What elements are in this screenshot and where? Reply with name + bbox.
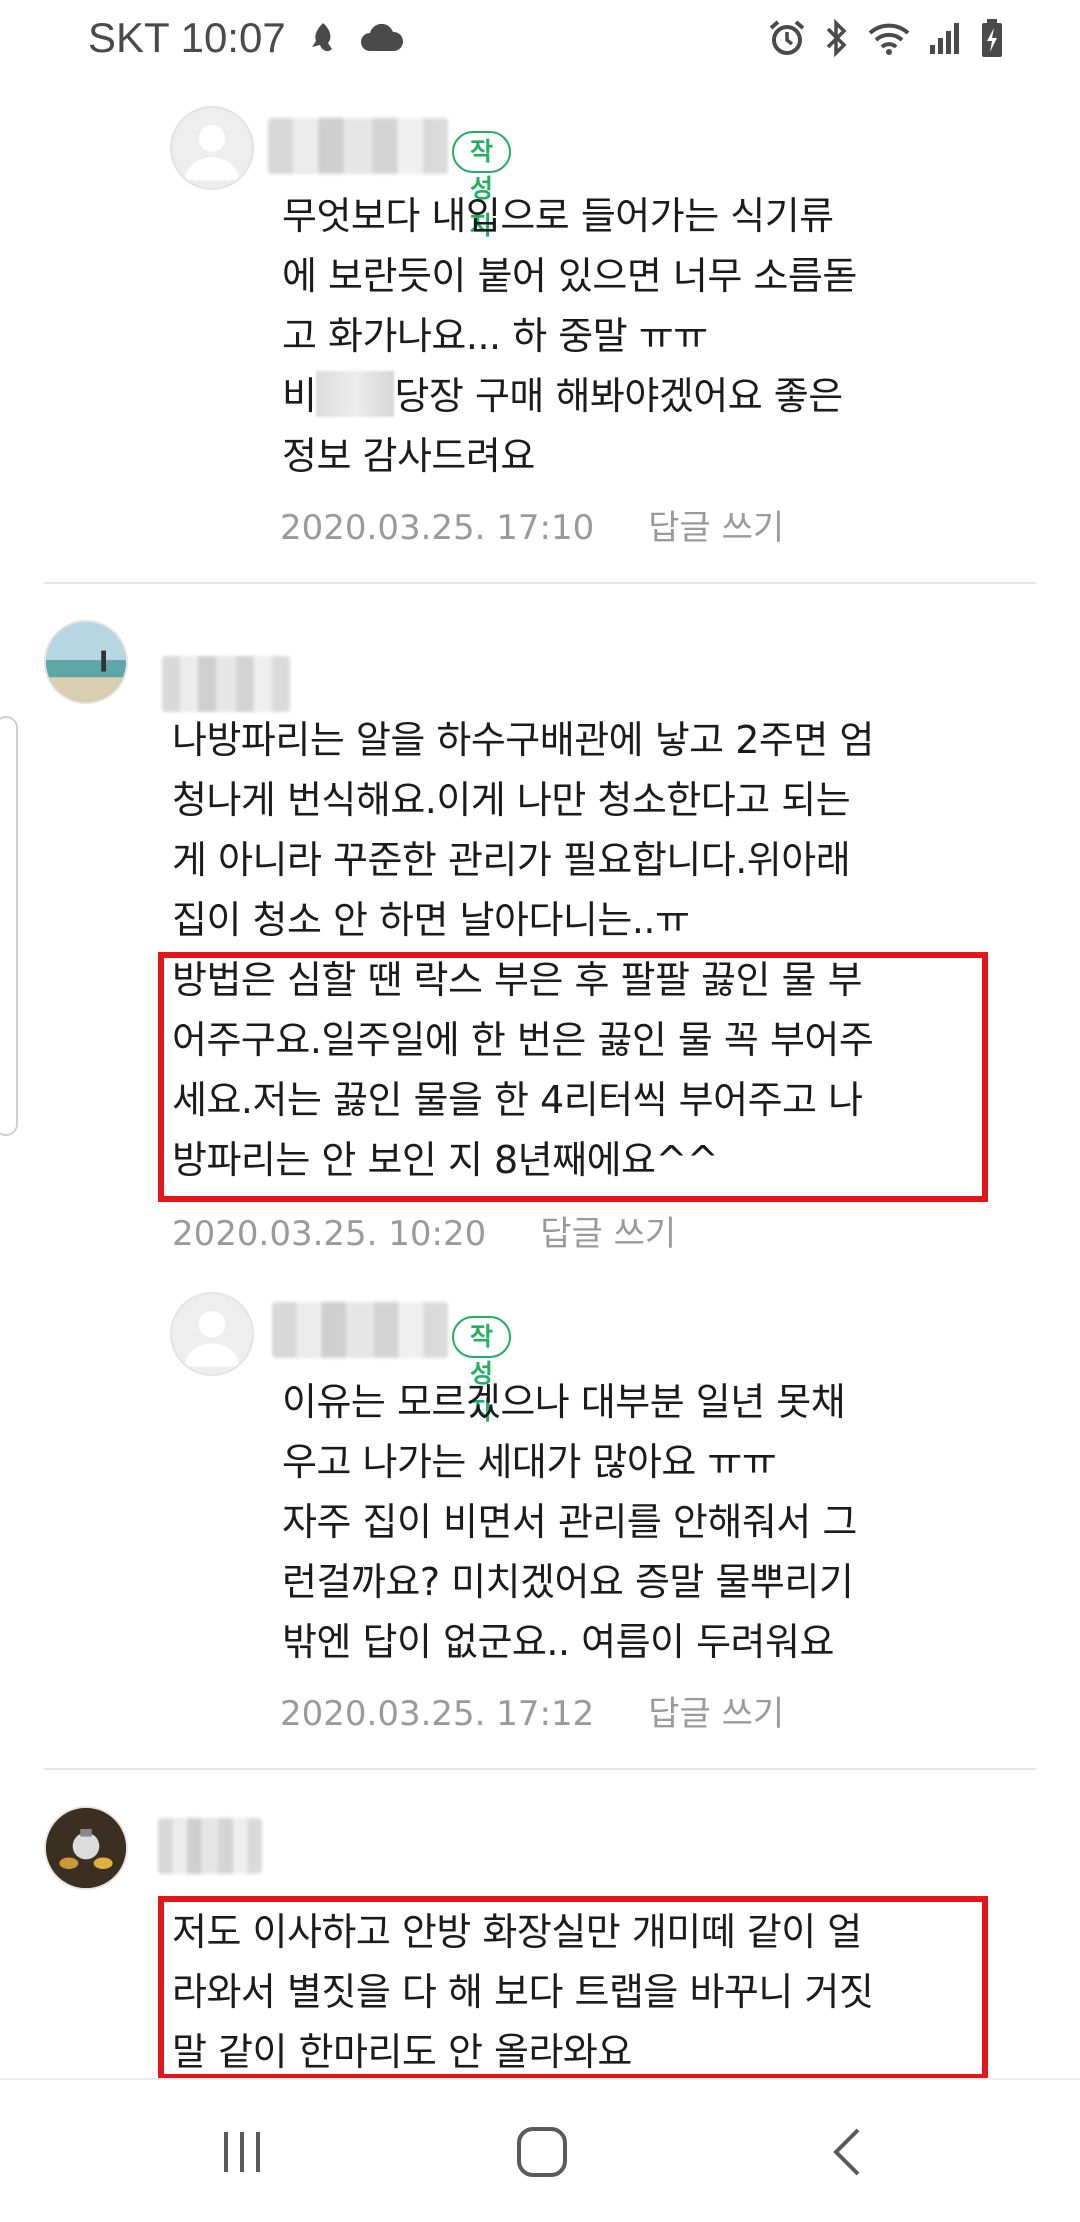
blurred-product-name	[316, 371, 395, 417]
comment-text-part2: 비	[282, 374, 317, 418]
comment-text-part1: 무엇보다 내입으로 들어가는 식기류 에 보란듯이 붙어 있으면 너무 소름돋 …	[282, 194, 857, 358]
notification-icon	[308, 21, 338, 55]
comment-text: 무엇보다 내입으로 들어가는 식기류 에 보란듯이 붙어 있으면 너무 소름돋 …	[282, 186, 1002, 486]
reply-button[interactable]: 답글 쓰기	[648, 1694, 784, 1734]
comment-text: 이유는 모르겠으나 대부분 일년 못채 우고 나가는 세대가 많아요 ㅠㅠ 자주…	[282, 1380, 857, 1664]
comment-meta: 2020.03.25. 10:20 답글 쓰기	[172, 1206, 676, 1255]
edge-panel-handle[interactable]	[0, 716, 18, 1136]
divider	[44, 582, 1036, 584]
author-badge: 작성자	[452, 131, 512, 240]
default-avatar-icon	[185, 1311, 239, 1367]
author-name-blurred	[162, 656, 290, 712]
reply-button[interactable]: 답글 쓰기	[540, 1214, 676, 1254]
cloud-icon	[360, 23, 404, 53]
comment-meta: 2020.03.25. 17:10 답글 쓰기	[280, 500, 784, 549]
battery-icon	[980, 18, 1004, 58]
navigation-bar	[0, 2078, 1080, 2222]
bluetooth-icon	[824, 19, 850, 57]
signal-icon	[928, 21, 962, 55]
author-name-blurred	[268, 118, 448, 174]
default-avatar-icon	[185, 125, 239, 181]
author-name-blurred	[158, 1818, 262, 1874]
comment-date: 2020.03.25. 17:12	[280, 1694, 595, 1734]
comment-text-highlighted: 방법은 심할 땐 락스 부은 후 팔팔 끓인 물 부 어주구요.일주일에 한 번…	[172, 958, 874, 1182]
comment-meta: 2020.03.25. 17:12 답글 쓰기	[280, 1686, 784, 1735]
avatar[interactable]	[44, 1806, 128, 1890]
avatar[interactable]	[170, 106, 254, 190]
back-icon[interactable]	[818, 2122, 878, 2182]
recent-apps-icon[interactable]	[212, 2122, 272, 2182]
avatar-photo-beach	[46, 622, 126, 702]
alarm-icon	[768, 19, 806, 57]
status-left: SKT 10:07	[88, 14, 404, 62]
author-badge: 작성자	[452, 1316, 512, 1425]
carrier-time: SKT 10:07	[88, 14, 286, 61]
comment-text: 나방파리는 알을 하수구배관에 낳고 2주면 엄 청나게 번식해요.이게 나만 …	[172, 718, 874, 942]
author-name-blurred	[272, 1302, 448, 1358]
comment-date: 2020.03.25. 10:20	[172, 1214, 487, 1254]
comment-text-highlighted: 저도 이사하고 안방 화장실만 개미떼 같이 얼 라와서 별짓을 다 해 보다 …	[172, 1910, 874, 2074]
status-bar: SKT 10:07	[0, 0, 1080, 76]
wifi-icon	[868, 21, 910, 55]
avatar[interactable]	[170, 1292, 254, 1376]
avatar[interactable]	[44, 620, 128, 704]
comment-date: 2020.03.25. 17:10	[280, 508, 595, 548]
reply-button[interactable]: 답글 쓰기	[648, 508, 784, 548]
avatar-photo-food	[46, 1808, 126, 1888]
status-right	[768, 18, 1004, 58]
divider	[44, 1768, 1036, 1770]
home-icon[interactable]	[512, 2122, 572, 2182]
